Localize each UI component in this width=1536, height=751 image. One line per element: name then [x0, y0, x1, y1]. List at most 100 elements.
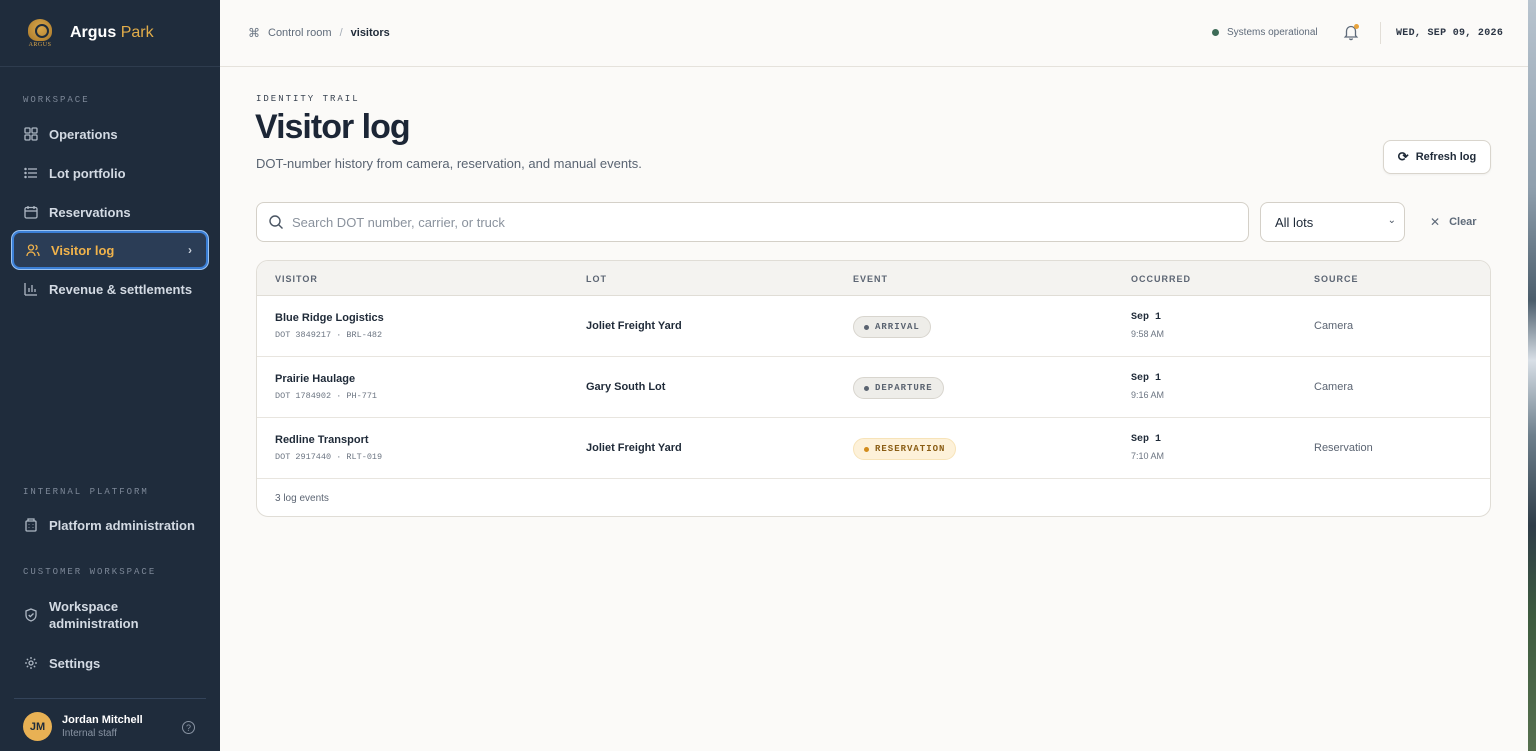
building-icon	[25, 518, 37, 532]
background-image-strip	[1528, 0, 1536, 751]
table-header: VISITOR LOT EVENT OCCURRED SOURCE	[257, 261, 1490, 296]
page-subtitle: DOT-number history from camera, reservat…	[256, 156, 642, 171]
sidebar-item-label: Revenue & settlements	[49, 281, 193, 297]
internal-section-label: INTERNAL PLATFORM	[23, 487, 149, 497]
table-row[interactable]: Prairie Haulage DOT 1784902 · PH-771 Gar…	[257, 357, 1490, 418]
brand-name-accent: Park	[120, 24, 154, 41]
source-cell: Camera	[1314, 381, 1354, 393]
column-header-occurred[interactable]: OCCURRED	[1131, 274, 1191, 284]
clear-filters-button[interactable]: ✕ Clear	[1430, 215, 1477, 229]
sidebar-divider	[14, 698, 206, 699]
sidebar-item-platform-admin[interactable]: Platform administration	[12, 506, 208, 544]
visitor-dot: DOT 3849217 · BRL-482	[275, 330, 383, 340]
visitor-name: Prairie Haulage	[275, 373, 356, 385]
sidebar-item-lot-portfolio[interactable]: Lot portfolio	[12, 154, 208, 192]
visitor-name: Redline Transport	[275, 434, 369, 446]
workspace-section-label: WORKSPACE	[23, 95, 90, 105]
lot-filter-select[interactable]: All lots ⌄	[1260, 202, 1405, 242]
brand-name: Argus Park	[70, 24, 154, 42]
occurred-time: 9:58 AM	[1131, 329, 1165, 339]
occurred-cell: Sep 1 9:16 AM	[1131, 373, 1164, 400]
topbar-divider	[1380, 22, 1381, 44]
occurred-cell: Sep 1 7:10 AM	[1131, 434, 1164, 461]
user-role: Internal staff	[62, 728, 117, 739]
notification-button[interactable]	[1342, 23, 1360, 41]
list-icon	[24, 167, 37, 179]
status-badge: ARRIVAL	[853, 316, 931, 338]
page-title: Visitor log	[255, 108, 411, 146]
search-box[interactable]	[256, 202, 1249, 242]
visitor-cell: Prairie Haulage DOT 1784902 · PH-771	[275, 373, 377, 401]
breadcrumb-root[interactable]: Control room	[268, 27, 332, 39]
calendar-icon	[24, 206, 38, 219]
column-header-source[interactable]: SOURCE	[1314, 274, 1359, 284]
status-text: Systems operational	[1227, 27, 1318, 38]
bar-chart-icon	[24, 283, 37, 296]
sidebar-item-workspace-admin[interactable]: Workspace administration	[12, 590, 208, 640]
occurred-cell: Sep 1 9:58 AM	[1131, 312, 1164, 339]
notification-dot	[1354, 24, 1359, 29]
occurred-time: 7:10 AM	[1131, 451, 1165, 461]
visitor-dot: DOT 1784902 · PH-771	[275, 391, 378, 401]
refresh-label: Refresh log	[1415, 151, 1477, 163]
breadcrumb-separator: /	[339, 27, 343, 39]
shield-check-icon	[25, 608, 37, 622]
column-header-event[interactable]: EVENT	[853, 274, 888, 284]
sidebar-item-visitor-log[interactable]: Visitor log ›	[12, 231, 208, 269]
logo-text: ARGUS	[28, 41, 52, 48]
event-cell: ARRIVAL	[853, 316, 931, 338]
event-cell: DEPARTURE	[853, 377, 944, 399]
status-dot-icon	[1212, 29, 1219, 36]
column-header-lot[interactable]: LOT	[586, 274, 607, 284]
search-icon	[269, 215, 283, 229]
table-row[interactable]: Redline Transport DOT 2917440 · RLT-019 …	[257, 418, 1490, 479]
sidebar-item-label: Workspace administration	[49, 599, 139, 631]
command-icon: ⌘	[248, 26, 260, 40]
user-profile[interactable]: JM Jordan Mitchell Internal staff ?	[23, 712, 198, 741]
brand[interactable]: ARGUS Argus Park	[0, 0, 220, 67]
page-eyebrow: IDENTITY TRAIL	[256, 94, 360, 104]
occurred-date: Sep 1	[1131, 373, 1162, 384]
sidebar-item-label: Settings	[49, 655, 101, 671]
chevron-down-icon: ⌄	[1387, 215, 1396, 226]
sidebar-item-label: Operations	[49, 126, 118, 142]
gear-icon	[25, 657, 37, 669]
visitor-cell: Redline Transport DOT 2917440 · RLT-019	[275, 434, 382, 462]
occurred-time: 9:16 AM	[1131, 390, 1165, 400]
breadcrumb-current: visitors	[350, 27, 390, 39]
event-label: ARRIVAL	[875, 322, 920, 332]
users-icon	[26, 244, 40, 257]
lot-filter-value: All lots	[1275, 215, 1314, 230]
sidebar-item-label: Lot portfolio	[49, 165, 126, 181]
table-row[interactable]: Blue Ridge Logistics DOT 3849217 · BRL-4…	[257, 296, 1490, 357]
event-label: DEPARTURE	[875, 383, 933, 393]
source-cell: Reservation	[1314, 442, 1373, 454]
sidebar-item-operations[interactable]: Operations	[12, 115, 208, 153]
sidebar-item-reservations[interactable]: Reservations	[12, 193, 208, 231]
brand-name-primary: Argus	[70, 24, 117, 41]
lot-cell: Joliet Freight Yard	[586, 442, 682, 454]
occurred-date: Sep 1	[1131, 312, 1162, 323]
occurred-date: Sep 1	[1131, 434, 1162, 445]
system-status: Systems operational	[1212, 27, 1318, 38]
column-header-visitor[interactable]: VISITOR	[275, 274, 318, 284]
topbar: ⌘ Control room / visitors Systems operat…	[220, 0, 1528, 67]
sidebar-item-revenue[interactable]: Revenue & settlements	[12, 270, 208, 308]
clear-label: Clear	[1449, 216, 1477, 228]
refresh-icon: ⟳	[1397, 149, 1409, 164]
grid-icon	[24, 127, 38, 141]
help-icon[interactable]: ?	[182, 721, 195, 734]
lot-cell: Gary South Lot	[586, 381, 666, 393]
status-badge: DEPARTURE	[853, 377, 944, 399]
chevron-right-icon: ›	[188, 243, 192, 257]
visitor-cell: Blue Ridge Logistics DOT 3849217 · BRL-4…	[275, 312, 384, 340]
avatar: JM	[23, 712, 52, 741]
search-input[interactable]	[292, 203, 1232, 241]
argus-logo-icon: ARGUS	[24, 16, 56, 50]
status-badge: RESERVATION	[853, 438, 957, 460]
event-cell: RESERVATION	[853, 438, 957, 460]
sidebar-item-settings[interactable]: Settings	[12, 644, 208, 682]
visitor-name: Blue Ridge Logistics	[275, 312, 384, 324]
refresh-log-button[interactable]: ⟳ Refresh log	[1383, 140, 1491, 174]
lot-cell: Joliet Freight Yard	[586, 320, 682, 332]
